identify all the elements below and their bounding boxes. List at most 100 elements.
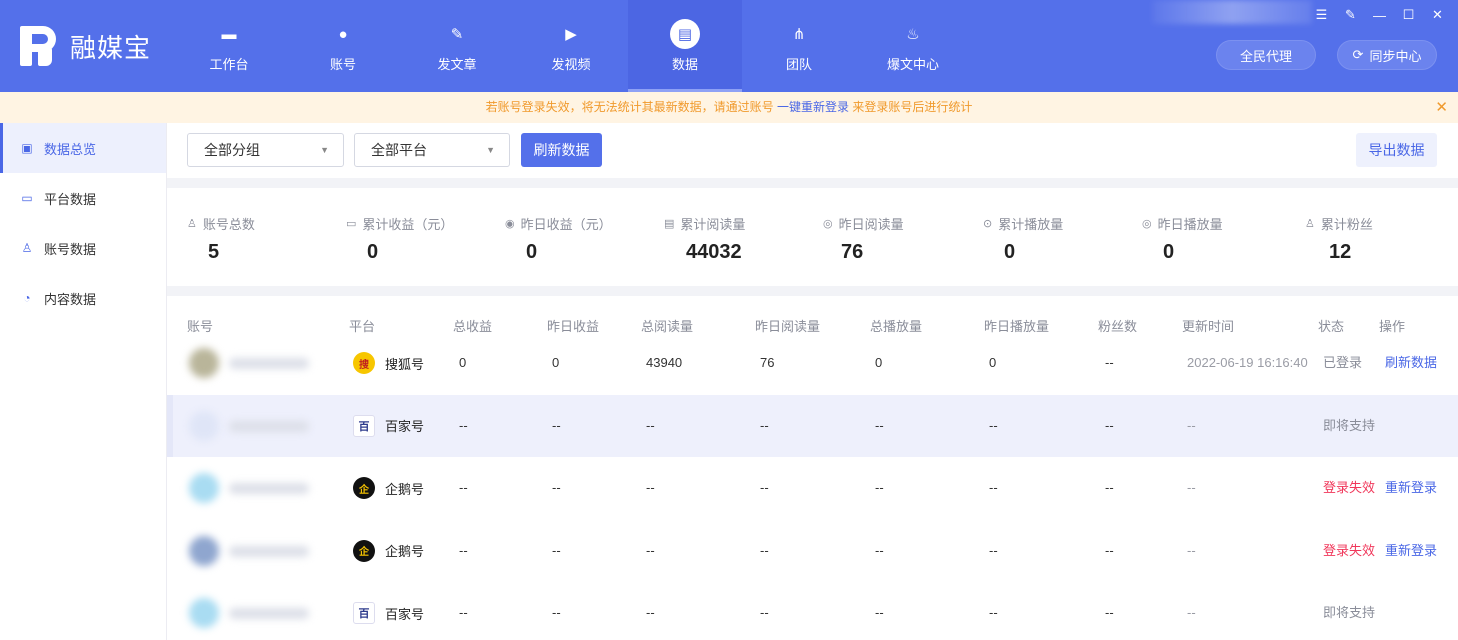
stat-value: 5 xyxy=(208,241,220,263)
platform-cell: 企企鹅号 xyxy=(353,520,424,582)
table-row[interactable]: 百百家号 -- -- -- -- -- -- -- -- 即将支持 xyxy=(167,582,1458,640)
sohu-icon: 搜 xyxy=(353,352,375,374)
platform-select[interactable]: 全部平台 ▼ xyxy=(354,133,510,167)
sidebar-item-overview[interactable]: ▣ 数据总览 xyxy=(0,123,166,173)
stats-summary: ♙ 账号总数 5 ▭ 累计收益（元） 0 ◉ 昨日收益（元） 0 ▤ 累计阅读量 440… xyxy=(167,188,1458,286)
sidebar-item-platform-data[interactable]: ▭ 平台数据 xyxy=(0,173,166,223)
nav-item-workbench[interactable]: ▬ 工作台 xyxy=(172,0,286,92)
close-icon[interactable]: ✕ xyxy=(1423,4,1452,26)
group-select-value: 全部分组 xyxy=(204,142,260,158)
blurred-account-name xyxy=(229,483,309,494)
stat-total-plays: ⊙ 累计播放量 0 xyxy=(983,214,1063,264)
fans-icon: ♙ xyxy=(1305,218,1315,230)
cell-yesterday-income: 0 xyxy=(552,355,560,370)
stat-account-total: ♙ 账号总数 5 xyxy=(187,214,255,264)
maximize-icon[interactable]: ☐ xyxy=(1394,4,1423,26)
fire-icon: ♨ xyxy=(906,26,920,43)
sidebar-item-label: 账号数据 xyxy=(44,241,97,257)
play-icon: ▶ xyxy=(565,26,577,43)
stat-label: 累计播放量 xyxy=(998,217,1064,232)
nav-item-publish-video[interactable]: ▶ 发视频 xyxy=(514,0,628,92)
cell-fans: -- xyxy=(1105,417,1114,433)
cell-updated: -- xyxy=(1187,605,1196,620)
platform-cell: 搜搜狐号 xyxy=(353,332,424,394)
platform-name: 搜狐号 xyxy=(385,356,425,372)
sync-icon: ⟳ xyxy=(1352,47,1364,62)
stat-total-income: ▭ 累计收益（元） 0 xyxy=(346,214,453,264)
baidu-icon: 百 xyxy=(353,414,375,437)
relogin-button[interactable]: 重新登录 xyxy=(1385,457,1437,519)
sidebar-item-content-data[interactable]: ◔ 内容数据 xyxy=(0,273,166,323)
group-select[interactable]: 全部分组 ▼ xyxy=(187,133,344,167)
menu-icon[interactable]: ☰ xyxy=(1307,4,1336,26)
stat-value: 0 xyxy=(367,241,379,263)
platform-name: 百家号 xyxy=(385,419,425,434)
stat-value: 0 xyxy=(1163,241,1175,263)
cell-yesterday-reads: -- xyxy=(760,605,769,620)
cell-total-income: -- xyxy=(459,605,468,620)
blurred-user-info xyxy=(1152,0,1312,24)
relogin-button[interactable]: 重新登录 xyxy=(1385,520,1437,582)
nav-item-accounts[interactable]: ● 账号 xyxy=(286,0,400,92)
account-data-table: 账号 平台 总收益 昨日收益 总阅读量 昨日阅读量 总播放量 昨日播放量 粉丝数… xyxy=(167,296,1458,640)
close-icon[interactable]: ✕ xyxy=(1435,92,1448,123)
cell-fans: -- xyxy=(1105,605,1114,620)
nav-item-publish-article[interactable]: ✎ 发文章 xyxy=(400,0,514,92)
stat-value: 0 xyxy=(1004,241,1016,263)
cell-yesterday-income: -- xyxy=(552,605,561,620)
caret-down-icon: ▼ xyxy=(320,145,329,155)
notice-text-before: 若账号登录失效，将无法统计其最新数据，请通过账号 xyxy=(485,100,777,114)
cell-total-reads: -- xyxy=(646,542,655,558)
notice-text-after: 来登录账号后进行统计 xyxy=(849,100,973,114)
sync-center-button[interactable]: ⟳ 同步中心 xyxy=(1337,40,1437,70)
cell-total-reads: -- xyxy=(646,417,655,433)
cell-total-income: 0 xyxy=(459,355,467,370)
refresh-row-button[interactable]: 刷新数据 xyxy=(1385,332,1437,394)
penguin-icon: 企 xyxy=(353,477,375,499)
eye-icon: ◎ xyxy=(823,218,833,230)
edit-icon[interactable]: ✎ xyxy=(1336,4,1365,26)
table-row[interactable]: 企企鹅号 -- -- -- -- -- -- -- -- 登录失效 重新登录 xyxy=(167,457,1458,519)
sidebar-item-label: 数据总览 xyxy=(44,141,97,157)
cell-yesterday-reads: -- xyxy=(760,542,769,558)
status-badge: 即将支持 xyxy=(1323,605,1376,620)
table-row[interactable]: 搜搜狐号 0 0 43940 76 0 0 -- 2022-06-19 16:16:40 已登录 刷… xyxy=(167,332,1458,394)
avatar xyxy=(189,473,219,503)
agent-button[interactable]: 全民代理 xyxy=(1216,40,1316,70)
refresh-data-button[interactable]: 刷新数据 xyxy=(521,133,602,167)
cell-yesterday-plays: -- xyxy=(989,417,998,433)
cell-fans: -- xyxy=(1105,355,1114,370)
platform-name: 企鹅号 xyxy=(385,544,425,559)
account-cell-blurred xyxy=(189,473,329,503)
status-badge: 已登录 xyxy=(1323,355,1363,370)
nav-label: 发文章 xyxy=(437,57,477,72)
play-circle-icon: ◎ xyxy=(1142,218,1152,230)
nav-item-viral-articles[interactable]: ♨ 爆文中心 xyxy=(856,0,970,92)
export-data-button[interactable]: 导出数据 xyxy=(1356,133,1437,167)
sidebar-item-label: 平台数据 xyxy=(44,191,97,207)
coin-icon: ◉ xyxy=(505,218,515,230)
team-tree-icon: ⋔ xyxy=(792,26,806,43)
sidebar-item-label: 内容数据 xyxy=(44,291,97,307)
monitor-icon: ▬ xyxy=(221,25,237,43)
cell-yesterday-reads: -- xyxy=(760,417,769,433)
relogin-link[interactable]: 一键重新登录 xyxy=(777,100,849,114)
account-cell-blurred xyxy=(189,598,329,628)
nav-item-data[interactable]: ▤ 数据 xyxy=(628,0,742,92)
stat-label: 累计收益（元） xyxy=(362,217,454,232)
platform-cell: 百百家号 xyxy=(353,395,424,457)
platform-cell: 企企鹅号 xyxy=(353,457,424,519)
table-row[interactable]: 百百家号 -- -- -- -- -- -- -- -- 即将支持 xyxy=(167,394,1458,457)
baidu-icon: 百 xyxy=(353,602,375,624)
penguin-icon: 企 xyxy=(353,539,375,562)
cell-total-reads: -- xyxy=(646,605,655,620)
blurred-account-name xyxy=(229,358,309,369)
table-row[interactable]: 企企鹅号 -- -- -- -- -- -- -- -- 登录失效 重新登录 xyxy=(167,520,1458,582)
nav-label: 爆文中心 xyxy=(886,57,939,72)
status-badge: 登录失效 xyxy=(1323,542,1376,558)
nav-item-team[interactable]: ⋔ 团队 xyxy=(742,0,856,92)
sidebar-item-account-data[interactable]: ♙ 账号数据 xyxy=(0,223,166,273)
cell-yesterday-plays: -- xyxy=(989,480,998,495)
cell-total-reads: -- xyxy=(646,480,655,495)
minimize-icon[interactable]: — xyxy=(1365,4,1394,26)
